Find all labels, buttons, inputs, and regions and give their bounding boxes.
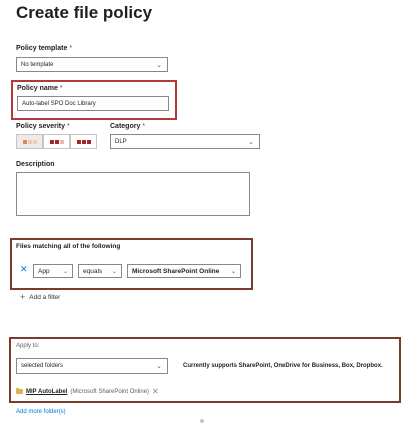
category-label: Category * — [110, 123, 146, 130]
severity-medium-button[interactable] — [43, 134, 70, 149]
filter-value-select[interactable]: Microsoft SharePoint Online ⌄ — [127, 264, 241, 278]
policy-name-label: Policy name * — [17, 85, 63, 92]
apply-to-label: Apply to: — [16, 343, 40, 349]
chevron-down-icon: ⌄ — [248, 138, 254, 146]
plus-icon: + — [20, 292, 26, 302]
page-title: Create file policy — [16, 3, 153, 22]
folder-icon — [16, 388, 23, 394]
policy-name-input[interactable]: Auto-label SPO Doc Library — [17, 96, 169, 111]
supported-services-note: Currently supports SharePoint, OneDrive … — [183, 363, 383, 369]
severity-selector — [16, 134, 97, 149]
close-icon[interactable]: ✕ — [152, 387, 159, 396]
selected-folder-row: MIP AutoLabel (Microsoft SharePoint Onli… — [16, 387, 159, 396]
folder-source: (Microsoft SharePoint Online) — [70, 388, 150, 395]
add-more-folders-link[interactable]: Add more folder(s) — [16, 409, 66, 415]
chevron-down-icon: ⌄ — [156, 61, 162, 69]
folder-name-link[interactable]: MIP AutoLabel — [26, 389, 67, 395]
category-select[interactable]: DLP ⌄ — [110, 134, 260, 149]
filter-operator-select[interactable]: equals ⌄ — [78, 264, 122, 278]
chevron-down-icon: ⌄ — [111, 268, 117, 275]
filter-field-select[interactable]: App ⌄ — [33, 264, 73, 278]
files-matching-title: Files matching all of the following — [16, 243, 121, 250]
add-filter-button[interactable]: + Add a filter — [20, 292, 60, 302]
policy-template-select[interactable]: No template ⌄ — [16, 57, 168, 72]
scroll-indicator — [200, 419, 204, 423]
policy-severity-label: Policy severity * — [16, 123, 70, 130]
severity-low-button[interactable] — [16, 134, 43, 149]
chevron-down-icon: ⌄ — [156, 363, 162, 370]
chevron-down-icon: ⌄ — [230, 268, 236, 275]
close-icon[interactable]: ✕ — [20, 264, 28, 275]
policy-template-label: Policy template * — [16, 45, 73, 52]
severity-high-button[interactable] — [70, 134, 97, 149]
description-label: Description — [16, 161, 55, 168]
description-textarea[interactable] — [16, 172, 250, 216]
apply-to-select[interactable]: selected folders ⌄ — [16, 358, 168, 374]
chevron-down-icon: ⌄ — [62, 268, 68, 275]
